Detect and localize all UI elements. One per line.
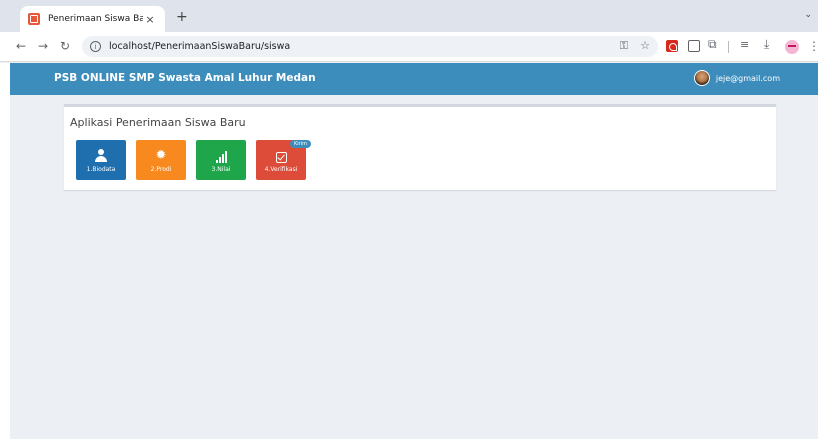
app-brand[interactable]: PSB ONLINE SMP Swasta Amal Luhur Medan	[54, 72, 316, 84]
tab-search-button[interactable]: ⌄	[804, 10, 812, 20]
site-info-icon[interactable]: i	[90, 41, 101, 52]
forward-arrow-icon[interactable]: →	[36, 39, 50, 53]
download-icon[interactable]: ⤓	[764, 37, 776, 51]
tile-label: 1.Biodata	[86, 166, 116, 173]
app-header: PSB ONLINE SMP Swasta Amal Luhur Medan j…	[10, 63, 818, 95]
back-arrow-icon[interactable]: ←	[14, 39, 28, 53]
bookmark-star-icon[interactable]: ☆	[640, 39, 650, 53]
menu-icon[interactable]: ⋮	[808, 39, 818, 53]
tile-label: 3.Nilai	[211, 166, 231, 173]
tile-label: 2.Prodi	[150, 166, 172, 173]
address-bar[interactable]: i localhost/PenerimaanSiswaBaru/siswa ⚿ …	[82, 36, 658, 57]
status-badge: Kirim	[290, 140, 311, 148]
browser-toolbar: ← → ↻ i localhost/PenerimaanSiswaBaru/si…	[0, 32, 818, 62]
check-square-icon	[275, 152, 287, 163]
url-text[interactable]: localhost/PenerimaanSiswaBaru/siswa	[109, 41, 290, 52]
new-tab-button[interactable]: +	[176, 9, 188, 25]
extension-box-icon[interactable]	[688, 40, 700, 52]
user-avatar[interactable]	[693, 70, 710, 86]
browser-tab[interactable]: Penerimaan Siswa Baru ×	[20, 6, 165, 32]
password-key-icon[interactable]: ⚿	[620, 39, 628, 53]
media-controls-icon[interactable]: ≡	[740, 38, 752, 51]
main-panel: Aplikasi Penerimaan Siswa Baru 1.Biodata…	[64, 104, 776, 190]
reload-icon[interactable]: ↻	[58, 39, 72, 53]
tile-nilai[interactable]: 3.Nilai	[196, 140, 246, 180]
page-gutter	[0, 63, 10, 439]
extensions-puzzle-icon[interactable]: ⧉	[708, 37, 720, 51]
browser-tab-strip: Penerimaan Siswa Baru × + ⌄	[0, 0, 818, 32]
tile-prodi[interactable]: ✹ 2.Prodi	[136, 140, 186, 180]
tab-close-button[interactable]: ×	[143, 13, 157, 26]
tile-label: 4.Verifikasi	[264, 166, 298, 173]
site-favicon-icon	[28, 13, 40, 25]
user-email[interactable]: jeje@gmail.com	[716, 74, 780, 83]
tab-title: Penerimaan Siswa Baru	[48, 14, 143, 24]
user-menu[interactable]: jeje@gmail.com	[693, 70, 780, 86]
tile-biodata[interactable]: 1.Biodata	[76, 140, 126, 180]
signal-icon	[215, 151, 227, 163]
pdf-extension-icon[interactable]	[666, 40, 678, 52]
profile-avatar-icon[interactable]	[785, 40, 799, 54]
sun-icon: ✹	[155, 148, 167, 163]
user-icon	[95, 149, 107, 163]
panel-title: Aplikasi Penerimaan Siswa Baru	[70, 116, 246, 129]
toolbar-divider	[728, 41, 729, 53]
